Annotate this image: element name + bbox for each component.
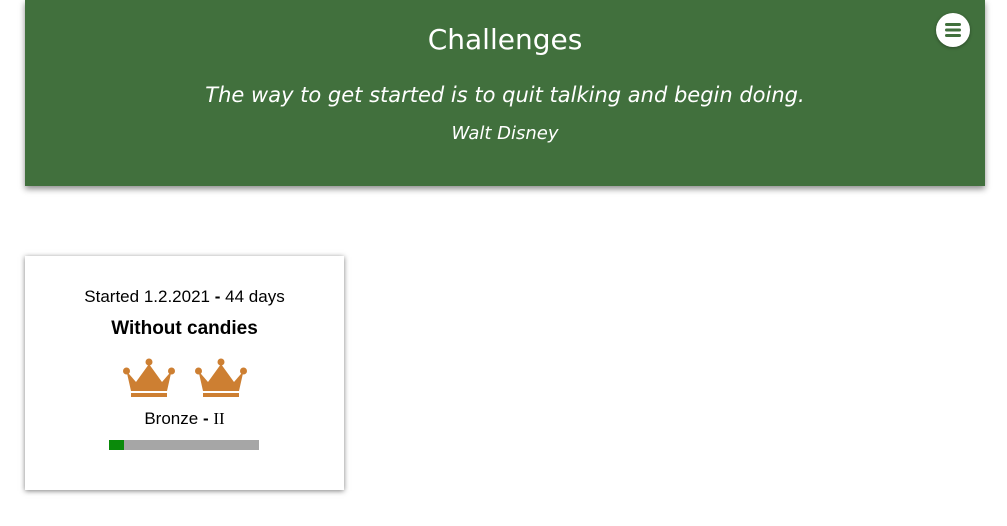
crown-row xyxy=(25,358,344,398)
challenge-duration: 44 days xyxy=(225,287,285,306)
rank-level: II xyxy=(213,409,225,428)
start-date: 1.2.2021 xyxy=(143,287,211,306)
rank-name: Bronze xyxy=(144,409,199,428)
crown-icon xyxy=(194,358,247,397)
challenge-level: Bronze - II xyxy=(25,408,344,430)
hamburger-menu-icon xyxy=(945,23,961,37)
challenge-card[interactable]: Started 1.2.2021 - 44 days Without candi… xyxy=(25,256,344,490)
challenge-start-info: Started 1.2.2021 - 44 days xyxy=(25,286,344,308)
quote-text: The way to get started is to quit talkin… xyxy=(205,83,805,107)
start-separator: - xyxy=(214,287,221,306)
challenge-name: Without candies xyxy=(111,318,258,339)
header-banner: Challenges The way to get started is to … xyxy=(25,0,985,186)
progress-bar-fill xyxy=(109,440,124,450)
crown-icon xyxy=(122,358,175,397)
menu-button[interactable] xyxy=(936,13,970,47)
quote-author: Walt Disney xyxy=(451,123,559,144)
started-label: Started xyxy=(84,287,140,306)
progress-bar xyxy=(109,440,259,450)
rank-separator: - xyxy=(202,409,209,428)
page-title: Challenges xyxy=(427,23,583,56)
